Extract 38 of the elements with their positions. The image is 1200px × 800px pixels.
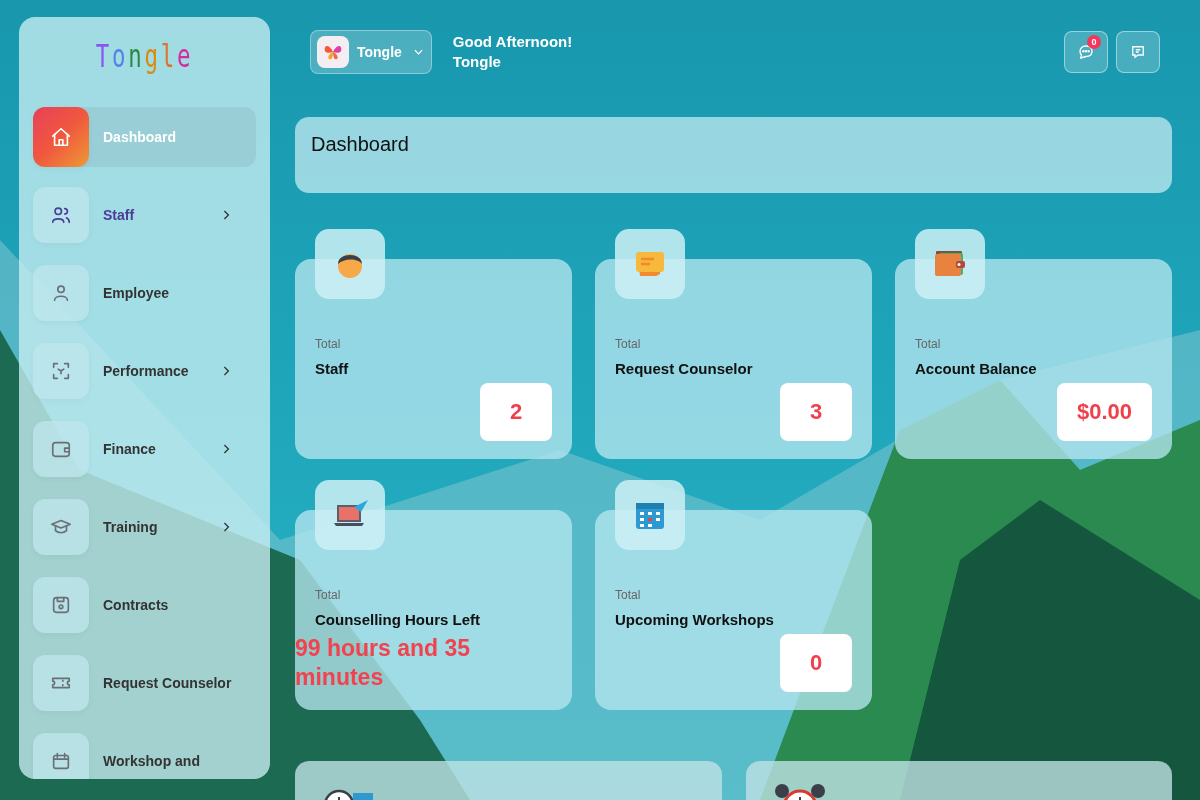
sidebar-item[interactable]: Employee: [33, 263, 256, 323]
stat-value: $0.00: [1056, 383, 1152, 441]
sidebar-item[interactable]: Staff: [33, 185, 256, 245]
focus-icon: [50, 360, 72, 382]
notification-badge: 0: [1087, 35, 1101, 49]
chat-button[interactable]: 0: [1064, 31, 1108, 73]
sidebar-item[interactable]: Request Counselor: [33, 653, 256, 713]
message-icon: [1129, 43, 1147, 61]
stat-value: 2: [480, 383, 552, 441]
sidebar-item[interactable]: Workshop and: [33, 731, 256, 779]
home-icon: [50, 126, 72, 148]
caret-down-icon: [413, 49, 423, 55]
user-name: Tongle: [452, 52, 501, 72]
greeting-text: Good Afternoon!: [452, 32, 573, 52]
sidebar-item[interactable]: Contracts: [33, 575, 256, 635]
card-caption: Total: [315, 337, 341, 351]
card-label: Upcoming Workshops: [615, 611, 774, 628]
message-button[interactable]: [1116, 31, 1160, 73]
sidebar-item[interactable]: Finance: [33, 419, 256, 479]
logo: Tongle: [94, 37, 195, 77]
sidebar-item[interactable]: Training: [33, 497, 256, 557]
card-label: Account Balance: [915, 360, 1037, 377]
card-label: Staff: [315, 360, 349, 377]
card-caption: Total: [315, 588, 341, 602]
butterfly-logo-icon: [317, 36, 349, 68]
card-caption: Total: [615, 588, 641, 602]
stat-value: 99 hours and 35 minutes: [295, 634, 472, 692]
card-label: Counselling Hours Left: [315, 611, 480, 628]
card-caption: Total: [615, 337, 641, 351]
users-icon: [50, 204, 72, 226]
card-label: Request Counselor: [615, 360, 753, 377]
stat-value: 3: [780, 383, 852, 441]
chat-bubble-icon: [1077, 43, 1095, 61]
card-caption: Total: [915, 337, 941, 351]
stat-value: 0: [780, 634, 852, 692]
sidebar-item[interactable]: Performance: [33, 341, 256, 401]
page-title: Dashboard: [311, 133, 409, 155]
calendar-icon: [50, 750, 72, 772]
